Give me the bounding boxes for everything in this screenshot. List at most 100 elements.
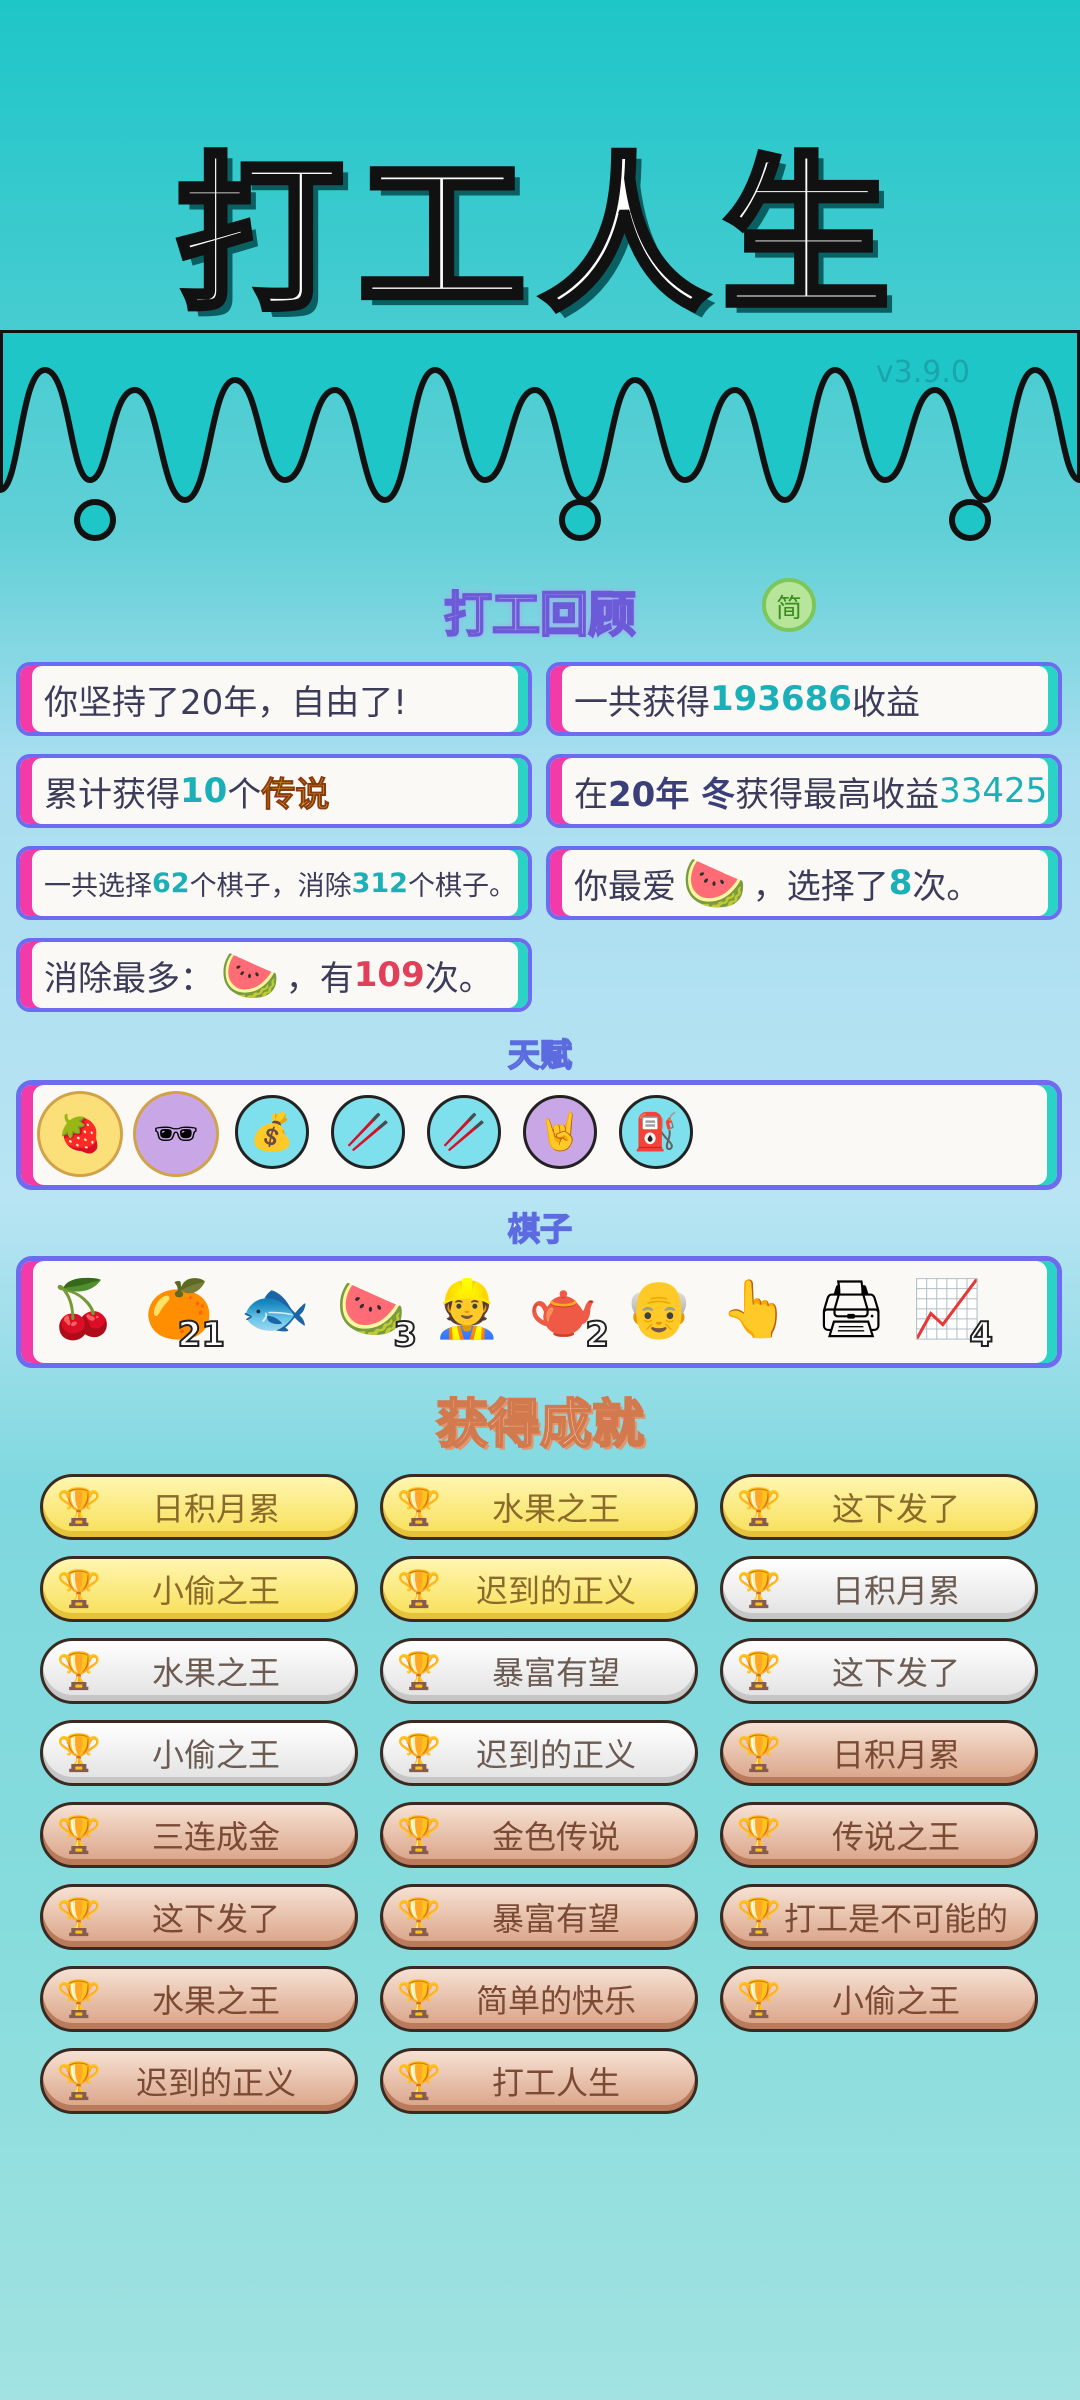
achievement-label: 三连成金 xyxy=(151,1818,280,1856)
trophy-icon: 🏆 xyxy=(56,1897,102,1938)
stat-value: 193686 xyxy=(710,679,852,719)
achievement-badge[interactable]: 🏆 小偷之王 xyxy=(720,1966,1038,2032)
achievement-badge[interactable]: 🏆 水果之王 xyxy=(40,1966,358,2032)
achievement-badge[interactable]: 🏆 水果之王 xyxy=(40,1638,358,1704)
trophy-icon: 🏆 xyxy=(396,1815,442,1856)
achievement-label: 水果之王 xyxy=(491,1490,620,1528)
trophy-icon: 🏆 xyxy=(396,1651,442,1692)
trophy-icon: 🏆 xyxy=(736,1651,782,1692)
stat-value: 8 xyxy=(888,863,913,903)
trophy-icon: 🏆 xyxy=(736,1569,782,1610)
trophy-icon: 🏆 xyxy=(56,1815,102,1856)
sack-icon[interactable]: 💰 xyxy=(235,1095,309,1169)
trophy-icon: 🏆 xyxy=(736,1815,782,1856)
stat-value: 312 xyxy=(351,867,408,899)
stat-text: ，有 xyxy=(285,958,354,999)
achievement-badge[interactable]: 🏆 打工是不可能的 xyxy=(720,1884,1038,1950)
trophy-icon: 🏆 xyxy=(736,1979,782,2020)
stat-most-cleared: 消除最多： 🍉 ，有 109 次。 xyxy=(16,938,532,1012)
chart-up-icon[interactable]: 📈 4 xyxy=(907,1269,994,1356)
orange-icon[interactable]: 🍊 21 xyxy=(139,1269,226,1356)
achievement-label: 水果之王 xyxy=(151,1654,280,1692)
pointing-hand-icon[interactable]: 👆 xyxy=(715,1269,795,1349)
stat-text: 收益 xyxy=(851,682,920,723)
achievement-badge[interactable]: 🏆 这下发了 xyxy=(720,1638,1038,1704)
stat-season: 20年 冬 xyxy=(608,774,736,815)
longan-icon[interactable]: 🍒 xyxy=(43,1269,123,1349)
stat-text: 消除最多： xyxy=(44,958,214,999)
worker-icon[interactable]: 👷 xyxy=(427,1269,507,1349)
stat-text: ，选择了 xyxy=(752,866,889,907)
trophy-icon: 🏆 xyxy=(56,2061,102,2102)
stat-value: 62 xyxy=(152,867,190,899)
achievement-badge[interactable]: 🏆 迟到的正义 xyxy=(380,1720,698,1786)
pieces-panel: 🍒 🍊 21 🐟 🍉 3 👷 🫖 2 👴 👆 🖨 📈 4 xyxy=(16,1256,1062,1368)
stat-text: 次。 xyxy=(912,866,981,907)
trophy-icon: 🏆 xyxy=(736,1897,782,1938)
achievement-badge[interactable]: 🏆 小偷之王 xyxy=(40,1720,358,1786)
achievement-label: 迟到的正义 xyxy=(475,1572,636,1610)
achievement-badge[interactable]: 🏆 日积月累 xyxy=(720,1556,1038,1622)
printer-icon[interactable]: 🖨 xyxy=(811,1269,891,1349)
stat-value: 10 xyxy=(180,771,228,811)
talents-title: 天赋 xyxy=(507,1035,573,1075)
trophy-icon: 🏆 xyxy=(396,1897,442,1938)
achievement-badge[interactable]: 🏆 这下发了 xyxy=(40,1884,358,1950)
achievement-label: 暴富有望 xyxy=(491,1900,620,1938)
achievement-label: 金色传说 xyxy=(491,1818,620,1856)
version-label: v3.9.0 xyxy=(875,355,970,390)
achievements-title: 获得成就 xyxy=(435,1394,645,1456)
trophy-icon: 🏆 xyxy=(56,1733,102,1774)
achievement-badge[interactable]: 🏆 打工人生 xyxy=(380,2048,698,2114)
achievement-label: 小偷之王 xyxy=(151,1736,280,1774)
achievement-label: 暴富有望 xyxy=(491,1654,620,1692)
stat-text: 一共获得 xyxy=(574,682,710,723)
chopsticks-icon[interactable]: 🥢 xyxy=(331,1095,405,1169)
achievement-badge[interactable]: 🏆 迟到的正义 xyxy=(380,1556,698,1622)
stat-text: 累计获得 xyxy=(44,774,180,815)
achievement-badge[interactable]: 🏆 金色传说 xyxy=(380,1802,698,1868)
stat-text: 在 xyxy=(574,774,608,815)
trophy-icon: 🏆 xyxy=(396,1487,442,1528)
sunglasses-fruit-icon[interactable]: 🕶 xyxy=(133,1091,219,1177)
trophy-icon: 🏆 xyxy=(56,1651,102,1692)
achievement-badge[interactable]: 🏆 水果之王 xyxy=(380,1474,698,1540)
piece-count: 4 xyxy=(968,1314,994,1356)
chopsticks-icon[interactable]: 🥢 xyxy=(427,1095,501,1169)
simplified-toggle-button[interactable]: 简 xyxy=(762,578,816,632)
pump-icon[interactable]: ⛽ xyxy=(619,1095,693,1169)
achievement-label: 迟到的正义 xyxy=(475,1736,636,1774)
achievement-label: 这下发了 xyxy=(151,1900,280,1938)
rock-hand-icon[interactable]: 🤘 xyxy=(523,1095,597,1169)
achievement-badge[interactable]: 🏆 暴富有望 xyxy=(380,1638,698,1704)
pieces-title: 棋子 xyxy=(507,1209,573,1249)
talents-panel: 🍓 🕶 💰 🥢 🥢 🤘 ⛽ xyxy=(16,1080,1062,1190)
trophy-icon: 🏆 xyxy=(736,1733,782,1774)
achievement-badge[interactable]: 🏆 暴富有望 xyxy=(380,1884,698,1950)
legend-highlight: 传说 xyxy=(261,774,330,815)
watermelon-slice-icon: 🍉 xyxy=(220,947,280,1004)
teapot-icon[interactable]: 🫖 2 xyxy=(523,1269,610,1356)
stat-best-income: 在 20年 冬 获得最高收益 33425 xyxy=(546,754,1062,828)
achievement-label: 打工人生 xyxy=(491,2064,620,2102)
watermelon-icon: 🍉 xyxy=(682,853,747,914)
stat-value: 33425 xyxy=(939,771,1048,811)
achievement-badge[interactable]: 🏆 这下发了 xyxy=(720,1474,1038,1540)
achievement-badge[interactable]: 🏆 简单的快乐 xyxy=(380,1966,698,2032)
trophy-icon: 🏆 xyxy=(56,1569,102,1610)
achievement-badge[interactable]: 🏆 迟到的正义 xyxy=(40,2048,358,2114)
achievement-badge[interactable]: 🏆 传说之王 xyxy=(720,1802,1038,1868)
old-man-icon[interactable]: 👴 xyxy=(619,1269,699,1349)
stat-legend: 累计获得 10 个传说 xyxy=(16,754,532,828)
stat-pieces: 一共选择 62 个棋子，消除 312 个棋子。 xyxy=(16,846,532,920)
achievement-badge[interactable]: 🏆 日积月累 xyxy=(720,1720,1038,1786)
achievement-badge[interactable]: 🏆 小偷之王 xyxy=(40,1556,358,1622)
achievement-badge[interactable]: 🏆 三连成金 xyxy=(40,1802,358,1868)
stat-favorite: 你最爱 🍉 ，选择了 8 次。 xyxy=(546,846,1062,920)
watermelon-icon[interactable]: 🍉 3 xyxy=(331,1269,418,1356)
achievement-badge[interactable]: 🏆 日积月累 xyxy=(40,1474,358,1540)
fruit-bowl-icon[interactable]: 🍓 xyxy=(37,1091,123,1177)
trophy-icon: 🏆 xyxy=(56,1979,102,2020)
achievement-label: 这下发了 xyxy=(831,1490,960,1528)
koi-icon[interactable]: 🐟 xyxy=(235,1269,315,1349)
